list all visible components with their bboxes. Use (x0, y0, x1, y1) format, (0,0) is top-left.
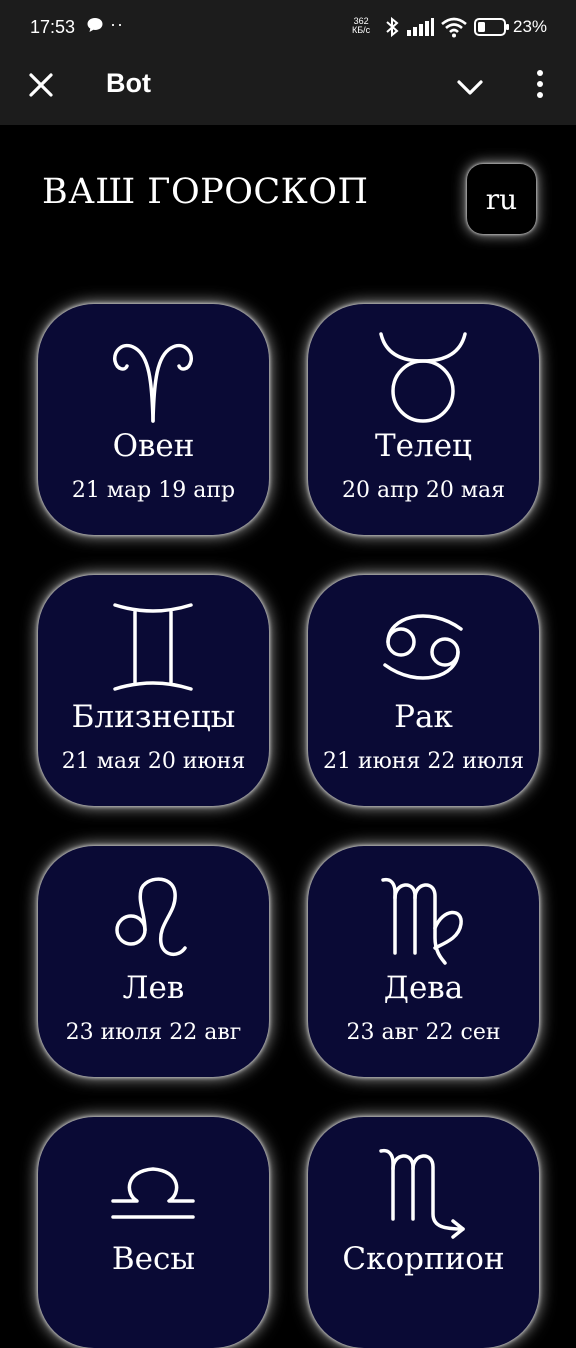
zodiac-card-virgo[interactable]: Дева 23 авг 22 сен (308, 846, 539, 1077)
sign-name: Телец (375, 428, 472, 464)
status-bar: 17:53 ·· 362 КБ/с 23% (0, 0, 576, 56)
app-bar: Bot (0, 56, 576, 125)
chevron-down-icon[interactable] (455, 72, 485, 102)
chat-bubble-icon (87, 18, 103, 32)
sign-name: Рак (394, 699, 453, 735)
sign-dates: 20 апр 20 мая (342, 478, 505, 503)
zodiac-card-libra[interactable]: Весы (38, 1117, 269, 1348)
aries-icon (113, 343, 193, 423)
sign-dates: 21 мая 20 июня (61, 749, 246, 774)
zodiac-card-cancer[interactable]: Рак 21 июня 22 июля (308, 575, 539, 806)
gemini-icon (113, 603, 193, 691)
network-rate-unit: КБ/с (352, 25, 371, 35)
sign-dates: 21 июня 22 июля (323, 749, 524, 774)
sign-name: Близнецы (71, 699, 236, 735)
leo-icon (115, 877, 187, 956)
more-options-icon[interactable] (530, 69, 550, 99)
cancer-icon (383, 614, 463, 680)
close-icon[interactable] (26, 70, 56, 100)
sign-name: Дева (383, 970, 464, 1006)
sign-name: Лев (122, 970, 185, 1006)
virgo-icon (381, 877, 463, 965)
signal-icon (407, 18, 434, 36)
sign-dates: 23 авг 22 сен (346, 1020, 501, 1045)
zodiac-card-scorpio[interactable]: Скорпион (308, 1117, 539, 1348)
sign-dates: 23 июля 22 авг (65, 1020, 242, 1045)
wifi-icon (441, 17, 467, 38)
taurus-icon (379, 332, 467, 423)
zodiac-card-taurus[interactable]: Телец 20 апр 20 мая (308, 304, 539, 535)
scorpio-icon (379, 1148, 465, 1239)
network-rate: 362 КБ/с (352, 17, 370, 35)
status-more-dots: ·· (110, 14, 124, 34)
status-time: 17:53 (30, 17, 76, 37)
sign-name: Скорпион (342, 1241, 505, 1277)
zodiac-card-aries[interactable]: Овен 21 мар 19 апр (38, 304, 269, 535)
battery-percent: 23% (513, 17, 548, 36)
page-title: ВАШ ГОРОСКОП (42, 172, 369, 212)
bluetooth-icon (386, 16, 399, 38)
app-title: Bot (106, 68, 151, 98)
zodiac-card-leo[interactable]: Лев 23 июля 22 авг (38, 846, 269, 1077)
battery-icon (474, 18, 509, 36)
sign-name: Весы (111, 1241, 196, 1277)
libra-icon (111, 1167, 195, 1219)
sign-dates: 21 мар 19 апр (71, 478, 236, 503)
sign-name: Овен (112, 428, 195, 464)
zodiac-card-gemini[interactable]: Близнецы 21 мая 20 июня (38, 575, 269, 806)
language-button[interactable]: ru (467, 164, 536, 234)
